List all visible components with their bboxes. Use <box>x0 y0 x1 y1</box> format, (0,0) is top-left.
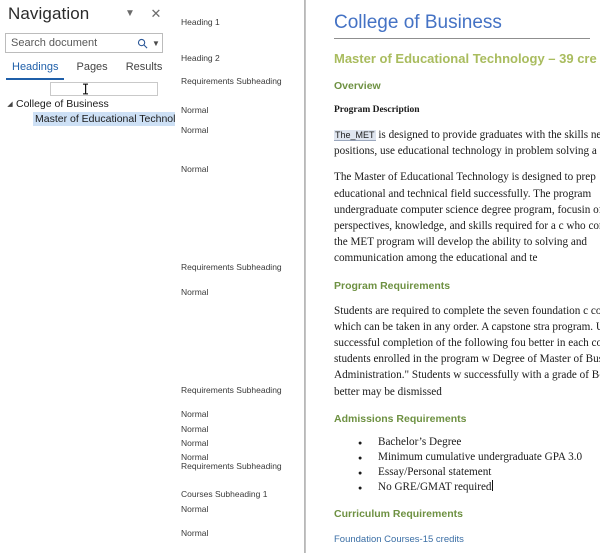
navigation-filter-input[interactable] <box>50 82 158 96</box>
style-label: Normal <box>181 504 209 514</box>
tree-item-label: Master of Educational Technol... <box>33 112 188 126</box>
paragraph-program-description: The_MET is designed to provide graduates… <box>334 127 600 159</box>
style-label: Requirements Subheading <box>181 461 282 471</box>
heading-program-description: Program Description <box>334 105 420 115</box>
style-label: Courses Subheading 1 <box>181 489 268 499</box>
paragraph-met-overview: The Master of Educational Technology is … <box>334 171 600 265</box>
heading-overview: Overview <box>334 80 381 92</box>
style-label: Heading 2 <box>181 53 220 63</box>
paragraph-program-requirements: Students are required to complete the se… <box>334 304 600 398</box>
style-label: Heading 1 <box>181 17 220 27</box>
style-label: Requirements Subheading <box>181 262 282 272</box>
navigation-pane: Navigation ▼ ✕ Search document ▼ Heading… <box>0 0 188 553</box>
admissions-requirements-list: Bachelor’s Degree Minimum cumulative und… <box>334 435 600 496</box>
tree-item-college-of-business[interactable]: ◢ College of Business <box>0 96 175 111</box>
document-subtitle: Master of Educational Technology – 39 cr… <box>334 51 597 66</box>
list-item: Minimum cumulative undergraduate GPA 3.0 <box>334 450 600 466</box>
heading-curriculum-requirements: Curriculum Requirements <box>334 507 463 520</box>
tab-headings[interactable]: Headings <box>6 60 65 80</box>
bookmark-field-the-met[interactable]: The_MET <box>334 130 376 141</box>
foundation-courses-label: Foundation Courses-15 credits <box>334 533 464 545</box>
style-label: Normal <box>181 409 209 419</box>
chevron-down-icon[interactable]: ▼ <box>121 5 139 23</box>
style-label: Normal <box>181 528 209 538</box>
tab-pages[interactable]: Pages <box>70 60 113 80</box>
close-icon[interactable]: ✕ <box>147 5 165 23</box>
style-label: Requirements Subheading <box>181 385 282 395</box>
title-rule <box>334 38 590 39</box>
style-label: Normal <box>181 164 209 174</box>
word-document-window: Navigation ▼ ✕ Search document ▼ Heading… <box>0 0 600 553</box>
style-label: Normal <box>181 125 209 135</box>
document-canvas[interactable]: College of Business Master of Educationa… <box>306 0 600 553</box>
search-input-placeholder: Search document <box>11 37 98 49</box>
style-label: Normal <box>181 105 209 115</box>
text-insertion-caret <box>491 479 493 491</box>
document-title: College of Business <box>334 12 502 33</box>
list-item: Bachelor’s Degree <box>334 435 600 451</box>
tab-results[interactable]: Results <box>120 60 169 80</box>
search-icon[interactable] <box>134 36 150 50</box>
tree-item-label: College of Business <box>16 97 109 110</box>
navigation-headings-tree: ◢ College of Business Master of Educatio… <box>0 96 188 127</box>
document-body: College of Business Master of Educationa… <box>334 0 600 553</box>
list-item-text: No GRE/GMAT required <box>378 480 492 493</box>
search-input[interactable]: Search document ▼ <box>5 33 163 53</box>
heading-admissions-requirements: Admissions Requirements <box>334 412 467 425</box>
style-area-pane: Heading 1 Heading 2 Requirements Subhead… <box>175 0 305 553</box>
style-label: Requirements Subheading <box>181 76 282 86</box>
list-item: No GRE/GMAT required <box>334 479 600 496</box>
list-item: Essay/Personal statement <box>334 465 600 481</box>
ibeam-mouse-cursor <box>81 83 89 95</box>
navigation-pane-header: Navigation ▼ ✕ <box>0 0 175 30</box>
style-label: Normal <box>181 438 209 448</box>
heading-program-requirements: Program Requirements <box>334 279 451 292</box>
style-label: Normal <box>181 287 209 297</box>
chevron-down-icon[interactable]: ▼ <box>150 39 162 48</box>
tree-item-master-of-educational-technology[interactable]: Master of Educational Technol... <box>0 111 188 127</box>
style-label: Normal <box>181 424 209 434</box>
navigation-tabs: Headings Pages Results <box>0 60 175 80</box>
expand-collapse-triangle-icon[interactable]: ◢ <box>0 100 16 108</box>
